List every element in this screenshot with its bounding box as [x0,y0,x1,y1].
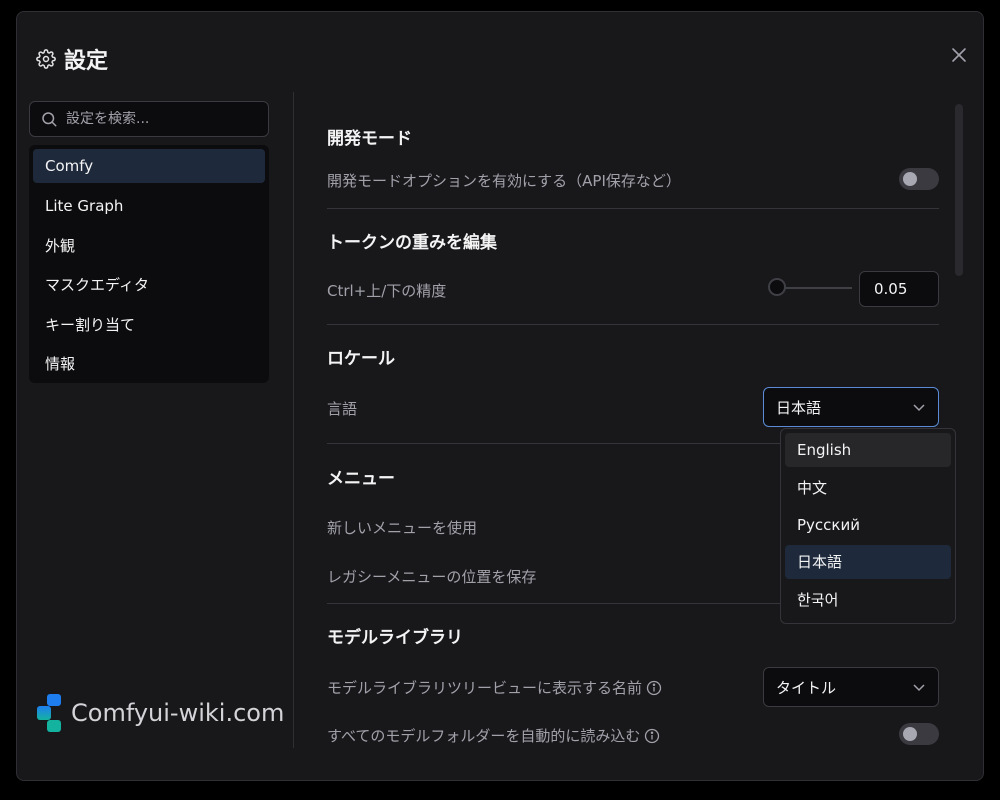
chevron-down-icon [913,684,925,692]
section-title-token-weight: トークンの重みを編集 [327,233,497,253]
slider-thumb[interactable] [768,278,786,296]
sidebar-item-label: Comfy [45,157,94,175]
info-icon[interactable] [644,728,660,744]
language-option-korean[interactable]: 한국어 [785,582,951,616]
setting-label-language: 言語 [327,400,358,418]
setting-label-text: すべてのモデルフォルダーを自動的に読み込む [327,727,641,745]
sidebar-item-mask-editor[interactable]: マスクエディタ [33,268,265,302]
search-icon [42,112,57,127]
chevron-down-icon [913,404,925,412]
settings-category-list: Comfy Lite Graph 外観 マスクエディタ キー割り当て 情報 [29,145,269,383]
sidebar-item-lite-graph[interactable]: Lite Graph [33,189,265,223]
settings-search[interactable] [29,101,269,137]
option-label: 한국어 [797,590,839,609]
language-option-chinese[interactable]: 中文 [785,470,951,504]
option-label: English [797,441,852,459]
section-divider [327,324,939,325]
setting-label-tree-name: モデルライブラリツリービューに表示する名前 [327,677,662,698]
search-input[interactable] [66,111,256,127]
tree-name-select-value: タイトル [776,678,837,697]
info-icon[interactable] [646,680,662,696]
setting-label-dev-mode: 開発モードオプションを有効にする（API保存など） [327,172,681,190]
settings-content: 開発モード 開発モードオプションを有効にする（API保存など） トークンの重みを… [327,92,939,748]
sidebar-item-label: Lite Graph [45,196,124,215]
toggle-knob [903,727,917,741]
precision-input[interactable]: 0.05 [859,271,939,307]
option-label: 中文 [797,478,828,497]
setting-label-legacy-menu-position: レガシーメニューの位置を保存 [327,568,537,586]
watermark-text: Comfyui-wiki.com [71,699,285,727]
toggle-knob [903,172,917,186]
sidebar-item-label: マスクエディタ [45,276,149,295]
precision-value: 0.05 [874,280,908,298]
auto-load-folders-toggle[interactable] [899,723,939,745]
section-title-dev-mode: 開発モード [327,129,412,149]
language-option-english[interactable]: English [785,433,951,467]
option-label: Русский [797,515,860,534]
sidebar-item-label: 情報 [45,355,76,374]
sidebar-item-keybinding[interactable]: キー割り当て [33,307,265,341]
setting-label-auto-load-folders: すべてのモデルフォルダーを自動的に読み込む [327,725,660,746]
sidebar-item-label: 外観 [45,236,76,255]
precision-slider[interactable] [768,278,852,298]
language-option-japanese[interactable]: 日本語 [785,544,951,579]
dialog-header: 設定 [36,43,108,75]
sidebar-item-label: キー割り当て [45,315,136,334]
setting-label-precision: Ctrl+上/下の精度 [327,282,447,300]
language-option-russian[interactable]: Русский [785,508,951,542]
close-icon [952,48,966,62]
sidebar-item-appearance[interactable]: 外観 [33,228,265,262]
dev-mode-toggle[interactable] [899,168,939,190]
section-title-menu: メニュー [327,469,395,489]
gear-icon [36,49,56,69]
dialog-title: 設定 [64,49,109,74]
setting-label-new-menu: 新しいメニューを使用 [327,519,478,537]
watermark: Comfyui-wiki.com [35,693,284,733]
setting-label-text: モデルライブラリツリービューに表示する名前 [327,679,643,697]
language-dropdown: English 中文 Русский 日本語 한국어 [780,428,956,624]
language-select[interactable]: 日本語 [763,387,939,427]
section-divider [327,208,939,209]
comfyui-wiki-logo-icon [37,694,61,732]
close-button[interactable] [948,44,970,66]
slider-track [776,287,852,289]
panel-divider [293,92,294,748]
content-scrollbar[interactable] [955,104,963,276]
sidebar-item-about[interactable]: 情報 [33,347,265,381]
sidebar-item-comfy[interactable]: Comfy [33,149,265,183]
section-title-model-library: モデルライブラリ [327,628,463,648]
tree-name-select[interactable]: タイトル [763,667,939,707]
language-select-value: 日本語 [776,398,822,417]
section-title-locale: ロケール [327,349,395,369]
option-label: 日本語 [797,553,843,572]
